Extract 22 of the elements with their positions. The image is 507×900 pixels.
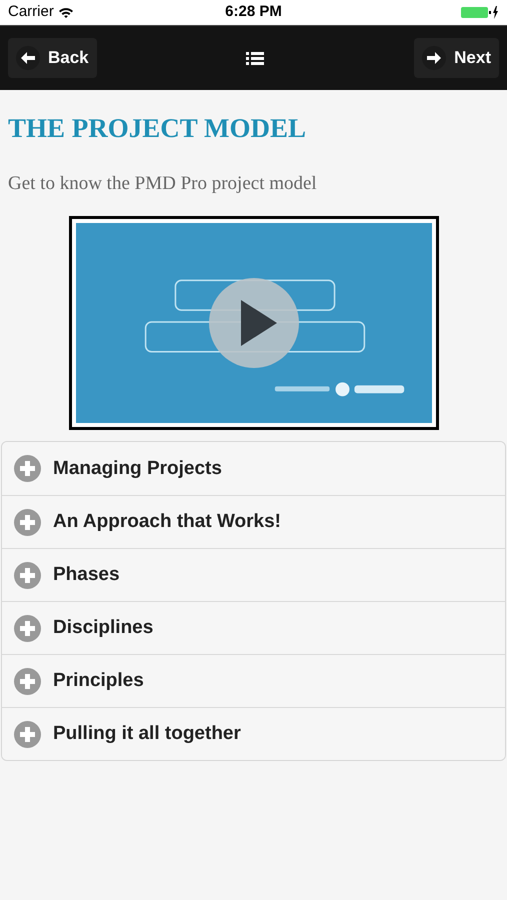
play-icon[interactable] xyxy=(208,278,298,368)
accordion-row[interactable]: Phases xyxy=(2,548,505,602)
page-subtitle: Get to know the PMD Pro project model xyxy=(8,172,318,196)
plus-icon xyxy=(14,720,41,748)
clock-label: 6:28 PM xyxy=(225,2,282,22)
page-title: THE PROJECT MODEL xyxy=(8,112,308,145)
accordion-row[interactable]: Managing Projects xyxy=(2,442,505,496)
accordion-row[interactable]: Principles xyxy=(2,654,505,708)
plus-icon xyxy=(14,562,41,589)
menu-icon[interactable] xyxy=(246,50,264,66)
wifi-icon xyxy=(58,6,74,18)
accordion-row[interactable]: Pulling it all together xyxy=(2,707,505,760)
accordion-row[interactable]: Disciplines xyxy=(2,601,505,654)
plus-icon xyxy=(14,668,41,695)
plus-icon xyxy=(14,614,41,642)
plus-icon xyxy=(14,508,41,536)
back-button[interactable]: Back xyxy=(8,38,97,78)
next-button[interactable]: Next xyxy=(414,38,499,78)
carrier-label: Carrier xyxy=(8,2,54,22)
accordion-row[interactable]: An Approach that Works! xyxy=(2,495,505,548)
plus-icon xyxy=(14,455,41,482)
battery-icon xyxy=(461,6,499,19)
